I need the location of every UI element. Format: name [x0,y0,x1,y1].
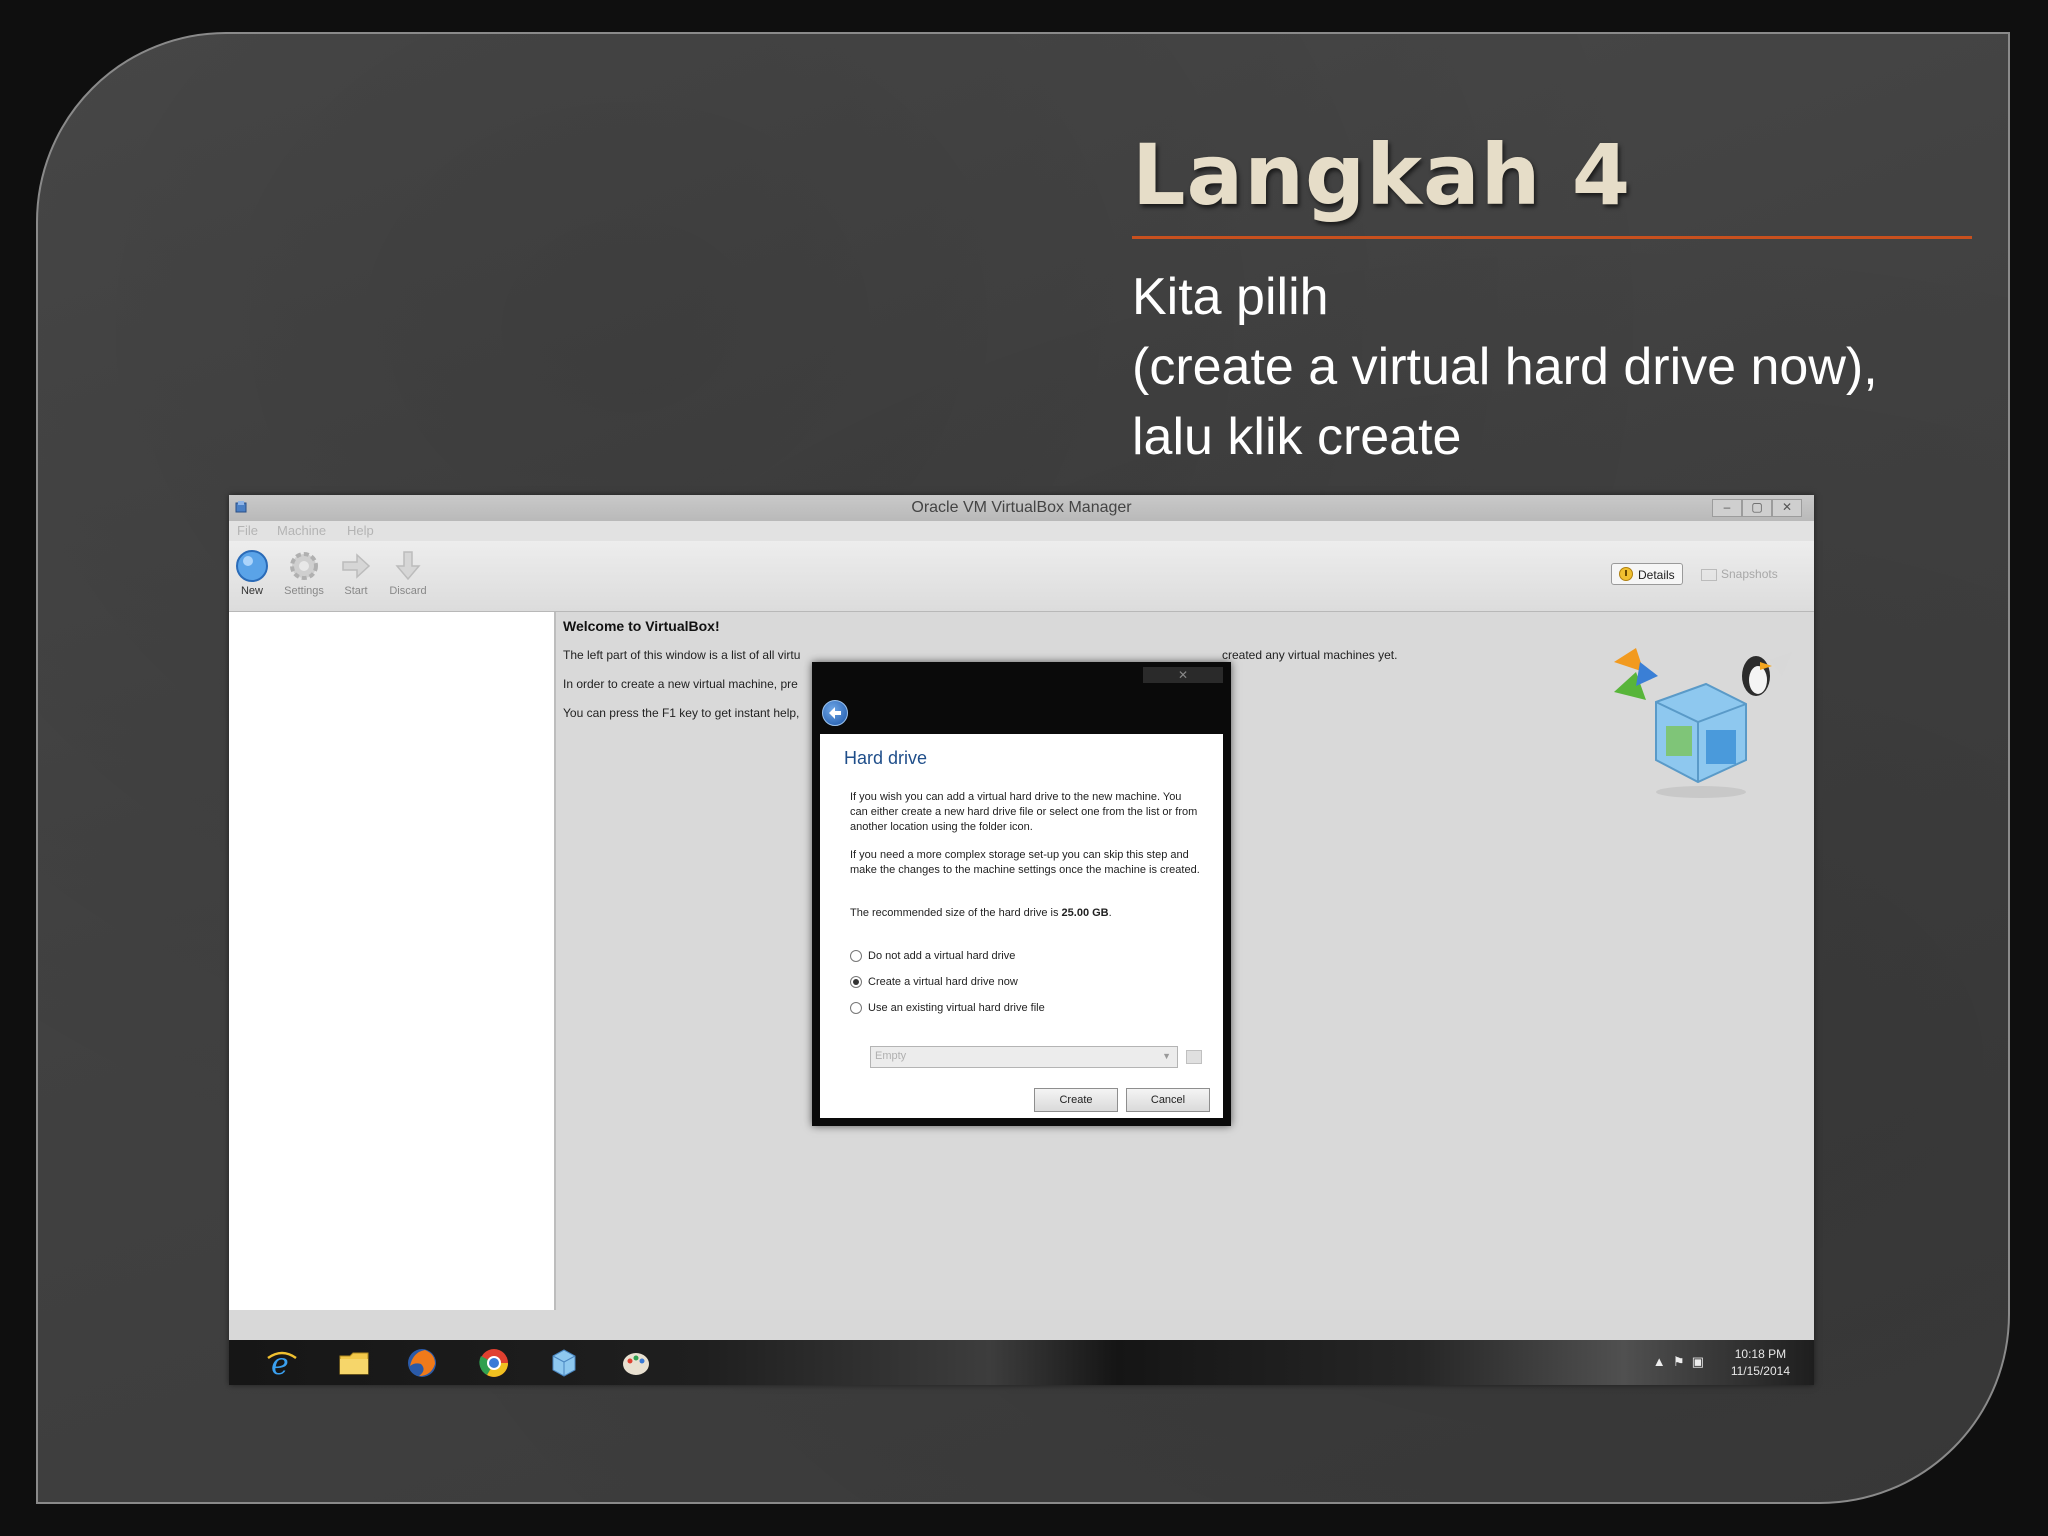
clock-date: 11/15/2014 [1730,1364,1790,1378]
option-no-drive-label: Do not add a virtual hard drive [868,950,1016,962]
dialog-paragraph-3: The recommended size of the hard drive i… [850,906,1200,921]
recommended-size-suffix: . [1108,907,1112,919]
snapshots-button[interactable]: Snapshots [1701,567,1778,581]
radio-create-drive[interactable] [850,976,862,989]
hard-drive-dialog: ✕ Hard drive If you wish you can add a v… [812,662,1231,1126]
new-button[interactable]: New [229,549,275,597]
start-label: Start [344,585,368,597]
paint-icon[interactable] [619,1346,653,1380]
system-tray[interactable]: ▲ ⚑ ▣ [1653,1354,1704,1370]
menu-machine[interactable]: Machine [277,523,326,538]
start-button[interactable]: Start [333,549,379,597]
snapshots-label: Snapshots [1721,567,1778,581]
menu-bar: File Machine Help [229,521,1814,541]
close-button[interactable]: ✕ [1772,499,1802,517]
radio-no-drive[interactable] [850,950,862,963]
option-existing-drive[interactable]: Use an existing virtual hard drive file [850,1002,1045,1015]
welcome-line-1-end: created any virtual machines yet. [1222,648,1398,662]
slide-body-line: (create a virtual hard drive now), [1132,338,1878,396]
back-arrow-icon[interactable] [822,700,848,726]
dialog-paragraph-2: If you need a more complex storage set-u… [850,849,1200,876]
gear-icon [290,552,318,580]
folder-icon[interactable] [337,1346,371,1380]
existing-drive-select-value: Empty [875,1050,907,1062]
settings-button[interactable]: Settings [281,549,327,597]
chevron-down-icon: ▼ [1162,1051,1171,1061]
slide-body-line: lalu klik create [1132,408,1462,466]
dialog-title: Hard drive [844,748,928,768]
virtualbox-window: Oracle VM VirtualBox Manager – ▢ ✕ File … [229,495,1814,1385]
virtualbox-taskbar-icon[interactable] [547,1346,581,1380]
folder-browse-icon[interactable] [1186,1050,1202,1064]
option-create-drive[interactable]: Create a virtual hard drive now [850,976,1018,989]
arrow-down-icon [395,551,421,581]
window-titlebar[interactable]: Oracle VM VirtualBox Manager – ▢ ✕ [229,495,1814,521]
new-vm-icon [236,550,268,582]
taskbar-clock[interactable]: 10:18 PM 11/15/2014 [1731,1346,1790,1380]
discard-label: Discard [389,585,427,597]
details-icon [1619,567,1633,581]
clock-time: 10:18 PM [1734,1347,1787,1361]
maximize-button[interactable]: ▢ [1742,499,1772,517]
slide-body-line: Kita pilih [1132,268,1329,326]
firefox-icon[interactable] [405,1346,439,1380]
menu-file[interactable]: File [237,523,258,538]
details-button[interactable]: Details [1611,563,1683,585]
existing-drive-select[interactable]: Empty ▼ [870,1046,1178,1068]
radio-existing-drive[interactable] [850,1002,862,1015]
cancel-button[interactable]: Cancel [1126,1088,1210,1112]
option-no-drive[interactable]: Do not add a virtual hard drive [850,950,1016,963]
welcome-line-1-start: The left part of this window is a list o… [563,648,801,662]
slide-body: Kita pilih (create a virtual hard drive … [1132,262,1992,472]
recommended-size-value: 25.00 GB [1061,907,1109,919]
dialog-content: Hard drive If you wish you can add a vir… [820,734,1223,1118]
back-arrow-glyph [829,707,841,719]
recommended-size-prefix: The recommended size of the hard drive i… [850,907,1062,919]
virtualbox-logo-icon [1614,648,1792,798]
minimize-button[interactable]: – [1712,499,1742,517]
arrow-right-icon [342,553,371,579]
toolbar: New Settings Start Discard Details Snaps… [229,541,1814,612]
welcome-heading: Welcome to VirtualBox! [563,618,720,634]
vm-list[interactable] [229,612,556,1310]
dialog-close-button[interactable]: ✕ [1143,667,1223,683]
title-divider [1132,236,1972,239]
dialog-paragraph-1: If you wish you can add a virtual hard d… [850,791,1198,833]
create-button[interactable]: Create [1034,1088,1118,1112]
settings-label: Settings [284,585,324,597]
chrome-icon[interactable] [477,1346,511,1380]
option-create-drive-label: Create a virtual hard drive now [868,976,1018,988]
internet-explorer-icon[interactable]: e [265,1346,299,1380]
window-title: Oracle VM VirtualBox Manager [911,499,1132,516]
option-existing-drive-label: Use an existing virtual hard drive file [868,1002,1045,1014]
discard-button[interactable]: Discard [385,549,431,597]
welcome-line-3: You can press the F1 key to get instant … [563,706,800,720]
menu-help[interactable]: Help [347,523,374,538]
taskbar: e ▲ ⚑ ▣ 10:18 PM 11/15/2014 [229,1340,1814,1385]
welcome-line-2: In order to create a new virtual machine… [563,677,798,691]
details-label: Details [1638,568,1675,582]
slide-title: Langkah 4 [1132,126,1632,224]
new-label: New [240,585,263,597]
camera-icon [1701,568,1717,581]
